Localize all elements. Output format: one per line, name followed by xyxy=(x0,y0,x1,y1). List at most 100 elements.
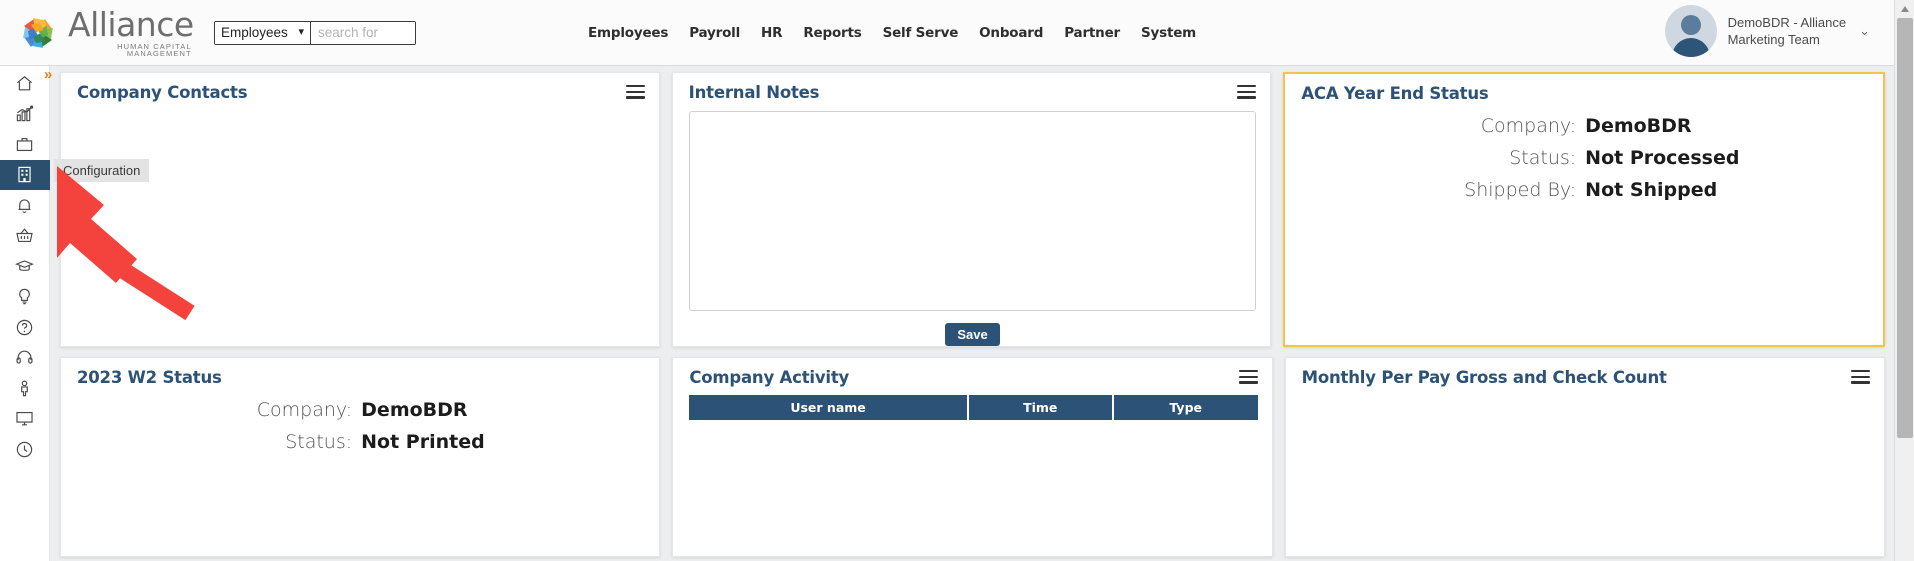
monitor-icon xyxy=(15,409,34,428)
dashboard-grid: Company Contacts Internal Notes Save ACA… xyxy=(51,66,1894,561)
basket-icon xyxy=(15,226,34,245)
left-nav-rail xyxy=(0,66,50,561)
sidebar-item-help[interactable] xyxy=(0,312,50,343)
dashboard-row-2: 2023 W2 Status Company: DemoBDR Status: … xyxy=(60,357,1885,557)
configuration-tooltip: Configuration xyxy=(54,159,150,182)
column-header-type[interactable]: Type xyxy=(1112,395,1258,420)
sidebar-item-analytics[interactable] xyxy=(0,99,50,130)
column-header-time[interactable]: Time xyxy=(967,395,1114,420)
sidebar-item-desktop[interactable] xyxy=(0,404,50,435)
brand-text: Alliance HUMAN CAPITAL MANAGEMENT xyxy=(68,8,194,58)
nav-item-system[interactable]: System xyxy=(1141,25,1196,41)
hamburger-menu-icon[interactable] xyxy=(1238,370,1258,384)
save-button[interactable]: Save xyxy=(945,323,1000,346)
bell-icon xyxy=(15,196,34,215)
field-label: Company: xyxy=(256,399,353,421)
scrollbar-thumb[interactable] xyxy=(1897,18,1913,438)
card-title: Internal Notes xyxy=(688,83,820,102)
field-value: Not Processed xyxy=(1585,147,1740,169)
briefcase-icon xyxy=(15,135,34,154)
brand-name: Alliance xyxy=(68,4,194,44)
alliance-star-logo-icon xyxy=(12,7,64,59)
card-internal-notes: Internal Notes Save xyxy=(671,72,1272,347)
aca-row-company: Company: DemoBDR xyxy=(1301,115,1869,137)
card-company-activity: Company Activity User name Time Type xyxy=(672,357,1273,557)
field-label: Status: xyxy=(1509,147,1577,169)
user-name-line1: DemoBDR - Alliance xyxy=(1727,14,1847,30)
nav-item-self-serve[interactable]: Self Serve xyxy=(883,25,959,41)
brand-tagline: HUMAN CAPITAL MANAGEMENT xyxy=(117,41,192,58)
headset-icon xyxy=(15,348,34,367)
w2-row-status: Status: Not Printed xyxy=(77,431,645,453)
aca-row-shipped-by: Shipped By: Not Shipped xyxy=(1301,179,1869,201)
sidebar-item-marketplace[interactable] xyxy=(0,221,50,252)
card-monthly-gross-check-count: Monthly Per Pay Gross and Check Count xyxy=(1284,357,1885,557)
search-scope-wrap: Employees ▾ xyxy=(215,21,311,44)
card-title: ACA Year End Status xyxy=(1301,84,1489,103)
card-aca-year-end-status: ACA Year End Status Company: DemoBDR Sta… xyxy=(1283,72,1886,347)
sidebar-item-time[interactable] xyxy=(0,434,50,465)
app-root: Alliance HUMAN CAPITAL MANAGEMENT Employ… xyxy=(0,0,1914,561)
field-label: Shipped By: xyxy=(1464,179,1577,201)
save-row: Save xyxy=(689,323,1257,346)
expand-sidebar-chevron-icon[interactable]: » xyxy=(44,67,53,82)
column-header-user-name[interactable]: User name xyxy=(689,395,969,420)
w2-row-company: Company: DemoBDR xyxy=(77,399,645,421)
sidebar-item-ideas[interactable] xyxy=(0,282,50,313)
nav-item-payroll[interactable]: Payroll xyxy=(689,25,740,41)
card-title: Company Contacts xyxy=(77,83,248,102)
global-search: Employees ▾ xyxy=(214,20,416,45)
sidebar-item-briefcase[interactable] xyxy=(0,129,50,160)
bar-chart-icon xyxy=(15,104,34,123)
building-icon xyxy=(15,165,34,184)
field-value: Not Shipped xyxy=(1585,179,1718,201)
field-value: Not Printed xyxy=(361,431,485,453)
sidebar-item-person[interactable] xyxy=(0,373,50,404)
main-navigation: Employees Payroll HR Reports Self Serve … xyxy=(588,25,1196,41)
w2-status-list: Company: DemoBDR Status: Not Printed xyxy=(77,399,645,453)
field-label: Company: xyxy=(1480,115,1577,137)
sidebar-item-configuration[interactable] xyxy=(0,159,50,190)
sidebar-item-learning[interactable] xyxy=(0,251,50,282)
nav-item-partner[interactable]: Partner xyxy=(1064,25,1120,41)
scroll-up-arrow-icon[interactable] xyxy=(1895,0,1914,18)
hamburger-menu-icon[interactable] xyxy=(1237,85,1257,99)
user-menu[interactable]: DemoBDR - Alliance Marketing Team ⌄ xyxy=(1664,5,1870,57)
hamburger-menu-icon[interactable] xyxy=(625,85,645,99)
hamburger-menu-icon[interactable] xyxy=(1850,370,1870,384)
chevron-down-icon[interactable]: ⌄ xyxy=(1859,23,1870,39)
nav-item-reports[interactable]: Reports xyxy=(803,25,861,41)
sidebar-item-notifications[interactable] xyxy=(0,190,50,221)
brand-logo[interactable]: Alliance HUMAN CAPITAL MANAGEMENT xyxy=(12,7,194,59)
sidebar-item-support[interactable] xyxy=(0,343,50,374)
card-w2-status: 2023 W2 Status Company: DemoBDR Status: … xyxy=(60,357,661,557)
field-value: DemoBDR xyxy=(1585,115,1692,137)
internal-notes-textarea[interactable] xyxy=(688,111,1257,311)
home-icon xyxy=(15,74,34,93)
field-value: DemoBDR xyxy=(361,399,468,421)
user-name: DemoBDR - Alliance Marketing Team xyxy=(1728,14,1847,48)
person-icon xyxy=(15,379,34,398)
field-label: Status: xyxy=(285,431,353,453)
card-title: 2023 W2 Status xyxy=(77,368,222,387)
company-activity-table: User name Time Type xyxy=(689,395,1258,420)
search-input[interactable] xyxy=(311,21,415,44)
user-name-line2: Marketing Team xyxy=(1727,32,1820,47)
nav-item-employees[interactable]: Employees xyxy=(588,25,668,41)
lightbulb-icon xyxy=(15,287,34,306)
table-header-row: User name Time Type xyxy=(689,395,1258,420)
top-bar: Alliance HUMAN CAPITAL MANAGEMENT Employ… xyxy=(0,0,1894,66)
page-scrollbar[interactable] xyxy=(1894,0,1914,561)
search-scope-select[interactable]: Employees xyxy=(215,21,311,44)
graduation-cap-icon xyxy=(15,257,34,276)
question-circle-icon xyxy=(15,318,34,337)
aca-status-list: Company: DemoBDR Status: Not Processed S… xyxy=(1301,115,1869,201)
card-title: Company Activity xyxy=(689,368,850,387)
nav-item-onboard[interactable]: Onboard xyxy=(979,25,1043,41)
avatar xyxy=(1664,5,1717,57)
aca-row-status: Status: Not Processed xyxy=(1301,147,1869,169)
clock-icon xyxy=(15,440,34,459)
card-company-contacts: Company Contacts xyxy=(60,72,660,347)
nav-item-hr[interactable]: HR xyxy=(761,25,782,41)
sidebar-item-home[interactable] xyxy=(0,68,50,99)
